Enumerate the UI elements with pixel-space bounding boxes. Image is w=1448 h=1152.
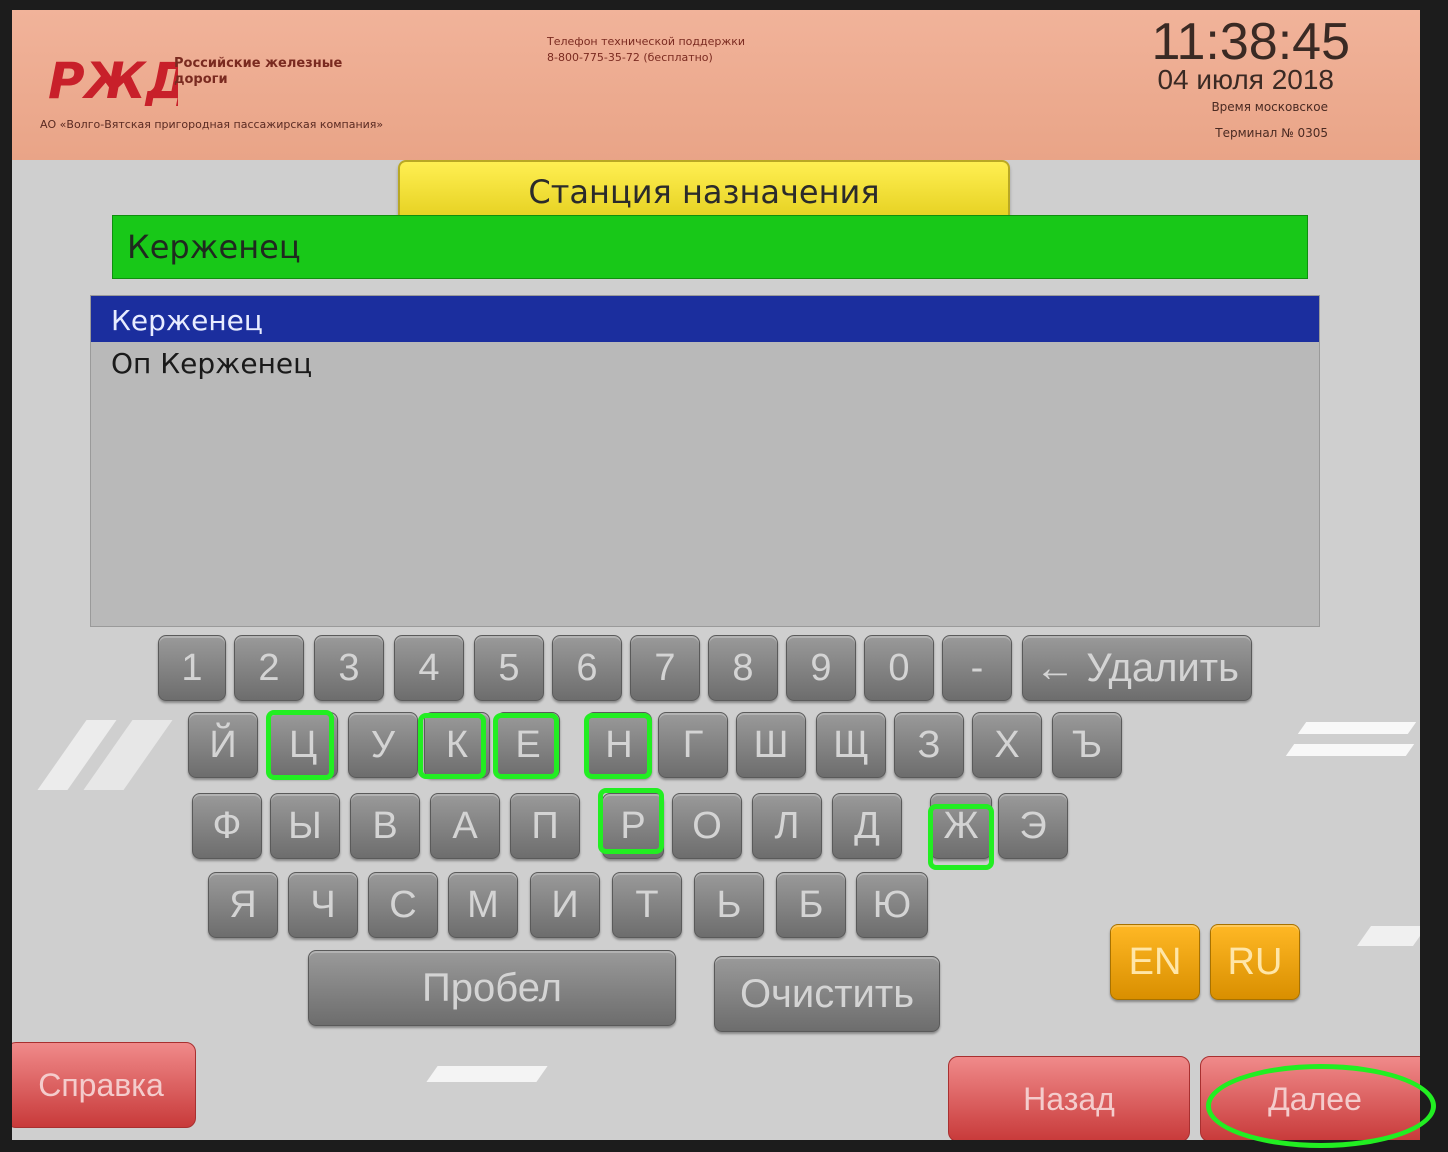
key-м[interactable]: М — [448, 872, 518, 938]
key-9[interactable]: 9 — [786, 635, 856, 701]
station-search-input[interactable]: Керженец — [112, 215, 1308, 279]
key-ъ[interactable]: Ъ — [1052, 712, 1122, 778]
support-phone: Телефон технической поддержки 8-800-775-… — [547, 34, 877, 66]
key-т[interactable]: Т — [612, 872, 682, 938]
key-х[interactable]: Х — [972, 712, 1042, 778]
list-item[interactable]: Керженец — [91, 296, 1319, 342]
screen-glare — [1285, 744, 1415, 756]
screen-glare — [1356, 926, 1420, 946]
svg-text:РЖД: РЖД — [48, 52, 178, 110]
annotation-box — [584, 713, 652, 779]
annotation-box — [928, 804, 994, 870]
list-item[interactable]: Оп Керженец — [91, 342, 1319, 386]
timezone-label: Время московское — [1211, 100, 1328, 114]
key-и[interactable]: И — [530, 872, 600, 938]
key-ы[interactable]: Ы — [270, 793, 340, 859]
key-2[interactable]: 2 — [234, 635, 304, 701]
key-э[interactable]: Э — [998, 793, 1068, 859]
key-ь[interactable]: Ь — [694, 872, 764, 938]
key-з[interactable]: З — [894, 712, 964, 778]
key-4[interactable]: 4 — [394, 635, 464, 701]
lang-ru-button[interactable]: RU — [1210, 924, 1300, 1000]
annotation-box — [598, 788, 664, 854]
back-button[interactable]: Назад — [948, 1056, 1190, 1140]
key-л[interactable]: Л — [752, 793, 822, 859]
key-а[interactable]: А — [430, 793, 500, 859]
header-bar: РЖД Российские железные дороги АО «Волго… — [12, 10, 1420, 160]
key-щ[interactable]: Щ — [816, 712, 886, 778]
annotation-box — [418, 713, 486, 779]
key-8[interactable]: 8 — [708, 635, 778, 701]
key-п[interactable]: П — [510, 793, 580, 859]
key-я[interactable]: Я — [208, 872, 278, 938]
key-г[interactable]: Г — [658, 712, 728, 778]
support-line-2: 8-800-775-35-72 (бесплатно) — [547, 51, 713, 64]
support-line-1: Телефон технической поддержки — [547, 35, 746, 48]
screen-glare — [1297, 722, 1417, 734]
annotation-box — [493, 713, 559, 779]
company-name: АО «Волго-Вятская пригородная пассажирск… — [40, 118, 384, 131]
key-с[interactable]: С — [368, 872, 438, 938]
help-button[interactable]: Справка — [12, 1042, 196, 1128]
brand-name: Российские железные дороги — [174, 56, 343, 87]
annotation-ellipse — [1206, 1064, 1436, 1148]
key-ш[interactable]: Ш — [736, 712, 806, 778]
key-0[interactable]: 0 — [864, 635, 934, 701]
delete-button[interactable]: ← Удалить — [1022, 635, 1252, 701]
key-о[interactable]: О — [672, 793, 742, 859]
key-5[interactable]: 5 — [474, 635, 544, 701]
key-1[interactable]: 1 — [158, 635, 226, 701]
key-у[interactable]: У — [348, 712, 418, 778]
annotation-box — [266, 710, 334, 780]
key-д[interactable]: Д — [832, 793, 902, 859]
clear-button[interactable]: Очистить — [714, 956, 940, 1032]
key-6[interactable]: 6 — [552, 635, 622, 701]
terminal-number: Терминал № 0305 — [1215, 126, 1328, 140]
key-б[interactable]: Б — [776, 872, 846, 938]
key-ч[interactable]: Ч — [288, 872, 358, 938]
key-в[interactable]: В — [350, 793, 420, 859]
space-button[interactable]: Пробел — [308, 950, 676, 1026]
terminal-screen: РЖД Российские железные дороги АО «Волго… — [12, 10, 1420, 1140]
screen-glare — [426, 1066, 548, 1082]
key-minus[interactable]: - — [942, 635, 1012, 701]
rzd-logo: РЖД — [48, 52, 178, 110]
station-results-list: Керженец Оп Керженец — [90, 295, 1320, 627]
key-ю[interactable]: Ю — [856, 872, 928, 938]
key-й[interactable]: Й — [188, 712, 258, 778]
key-7[interactable]: 7 — [630, 635, 700, 701]
clock-date: 04 июля 2018 — [1157, 64, 1334, 95]
key-ф[interactable]: Ф — [192, 793, 262, 859]
clock-time: 11:38:45 — [1151, 13, 1350, 71]
key-3[interactable]: 3 — [314, 635, 384, 701]
lang-en-button[interactable]: EN — [1110, 924, 1200, 1000]
